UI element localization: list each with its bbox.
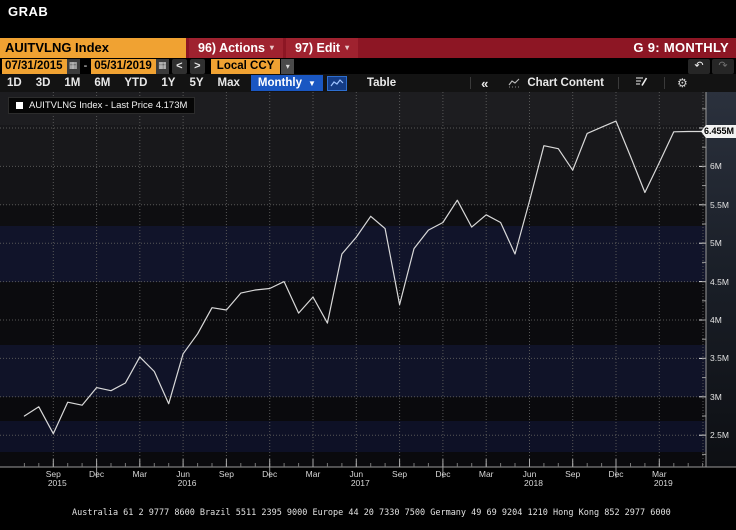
currency-value: Local CCY bbox=[210, 58, 281, 74]
y-axis-label: 6M bbox=[710, 161, 722, 172]
y-axis-label: 3.5M bbox=[710, 353, 729, 364]
tab-5y[interactable]: 5Y bbox=[182, 74, 210, 92]
redo-button[interactable]: ↷ bbox=[712, 58, 734, 74]
series-swatch-icon bbox=[16, 102, 23, 109]
caret-down-icon: ▾ bbox=[269, 43, 274, 52]
edit-note-icon bbox=[636, 77, 648, 86]
tab-1m[interactable]: 1M bbox=[57, 74, 87, 92]
tab-1d[interactable]: 1D bbox=[0, 74, 29, 92]
tab-max[interactable]: Max bbox=[211, 74, 247, 92]
x-axis-label: Dec bbox=[608, 469, 624, 479]
y-axis-label: 3M bbox=[710, 391, 722, 402]
calendar-icon[interactable]: ▦ bbox=[155, 58, 169, 74]
series-legend-label: AUITVLNG Index - Last Price 4.173M bbox=[29, 100, 188, 111]
x-axis-label: Dec bbox=[262, 469, 278, 479]
tab-ytd[interactable]: YTD bbox=[117, 74, 154, 92]
caret-down-icon: ▾ bbox=[281, 58, 295, 74]
chart-content-label: Chart Content bbox=[527, 77, 604, 89]
chart-content-button[interactable]: Chart Content bbox=[498, 77, 614, 89]
calendar-icon[interactable]: ▦ bbox=[66, 58, 80, 74]
edit-button-label: 97) Edit bbox=[294, 41, 341, 55]
currency-dropdown[interactable]: Local CCY ▾ bbox=[210, 58, 295, 74]
price-chart-svg bbox=[0, 92, 736, 478]
y-axis-label: 5M bbox=[710, 238, 722, 249]
start-date-value: 07/31/2015 bbox=[5, 59, 63, 72]
date-separator: - bbox=[83, 60, 88, 72]
x-axis-year-label: 2015 bbox=[47, 478, 67, 488]
prev-range-button[interactable]: < bbox=[171, 58, 187, 74]
tab-3d[interactable]: 3D bbox=[29, 74, 58, 92]
y-axis-label: 4.5M bbox=[710, 276, 729, 287]
x-axis-year-label: 2019 bbox=[653, 478, 673, 488]
y-axis-label: 5.5M bbox=[710, 199, 729, 210]
settings-button[interactable]: ⚙ bbox=[665, 76, 700, 90]
terminal-footer: Australia 61 2 9777 8600 Brazil 5511 239… bbox=[0, 488, 736, 530]
x-axis-label: Sep bbox=[565, 469, 581, 479]
ticker-input[interactable]: AUITVLNG Index bbox=[0, 38, 186, 58]
end-date-field[interactable]: 05/31/2019 ▦ bbox=[91, 58, 169, 74]
range-toolbar: 1D 3D 1M 6M YTD 1Y 5Y Max Monthly ▼ Table « Cha… bbox=[0, 74, 736, 92]
period-selector-value: Monthly bbox=[257, 77, 302, 89]
x-axis-label: Dec bbox=[435, 469, 451, 479]
caret-down-icon: ▾ bbox=[345, 43, 350, 52]
annotate-button[interactable] bbox=[619, 76, 664, 90]
range-tabs: 1D 3D 1M 6M YTD 1Y 5Y Max bbox=[0, 74, 247, 92]
chart-view-toggle[interactable] bbox=[326, 75, 347, 91]
x-axis-label: Mar bbox=[132, 469, 148, 479]
footer-phone-line-1: Australia 61 2 9777 8600 Brazil 5511 239… bbox=[72, 508, 671, 518]
period-selector[interactable]: Monthly ▼ bbox=[250, 75, 323, 91]
x-axis-year-label: 2016 bbox=[177, 478, 197, 488]
bloomberg-terminal-window: GRAB AUITVLNG Index 96) Actions ▾ 97) Ed… bbox=[0, 0, 736, 530]
y-axis-label: 2.5M bbox=[710, 430, 729, 441]
chart-plot-area[interactable]: AUITVLNG Index - Last Price 4.173M 6.455… bbox=[0, 92, 736, 490]
y-axis-label: 4M bbox=[710, 315, 722, 325]
edit-button[interactable]: 97) Edit ▾ bbox=[285, 38, 359, 58]
history-buttons: ↶ ↷ bbox=[688, 58, 736, 74]
start-date-field[interactable]: 07/31/2015 ▦ bbox=[2, 58, 80, 74]
x-axis-year-label: 2017 bbox=[350, 478, 370, 488]
x-axis-label: Sep bbox=[218, 469, 234, 479]
function-title: G 9: MONTHLY bbox=[633, 40, 729, 55]
chart-content-icon bbox=[508, 78, 520, 88]
x-axis-label: Dec bbox=[89, 469, 105, 479]
command-text: GRAB bbox=[8, 4, 49, 19]
x-axis-label: Mar bbox=[478, 469, 494, 479]
line-chart-icon bbox=[330, 78, 344, 86]
undo-button[interactable]: ↶ bbox=[688, 58, 710, 74]
actions-button-label: 96) Actions bbox=[198, 41, 265, 55]
price-line bbox=[23, 120, 703, 435]
series-legend[interactable]: AUITVLNG Index - Last Price 4.173M bbox=[8, 97, 196, 114]
collapse-panel-button[interactable]: « bbox=[471, 76, 498, 91]
end-date-value: 05/31/2019 bbox=[94, 59, 152, 72]
tab-6m[interactable]: 6M bbox=[87, 74, 117, 92]
last-price-badge: 6.455M bbox=[701, 125, 736, 138]
x-axis-label: Sep bbox=[392, 469, 408, 479]
table-view-button[interactable]: Table bbox=[355, 77, 408, 89]
x-axis-label: Mar bbox=[305, 469, 321, 479]
tab-1y[interactable]: 1Y bbox=[154, 74, 182, 92]
command-line-bar: GRAB bbox=[0, 0, 736, 38]
x-axis-year-label: 2018 bbox=[524, 478, 543, 488]
dropdown-caret-icon: ▼ bbox=[307, 78, 316, 88]
security-bar: AUITVLNG Index 96) Actions ▾ 97) Edit ▾ … bbox=[0, 38, 736, 58]
actions-button[interactable]: 96) Actions ▾ bbox=[189, 38, 283, 58]
date-range-bar: 07/31/2015 ▦ - 05/31/2019 ▦ < > Local CC… bbox=[0, 58, 736, 74]
next-range-button[interactable]: > bbox=[189, 58, 205, 74]
